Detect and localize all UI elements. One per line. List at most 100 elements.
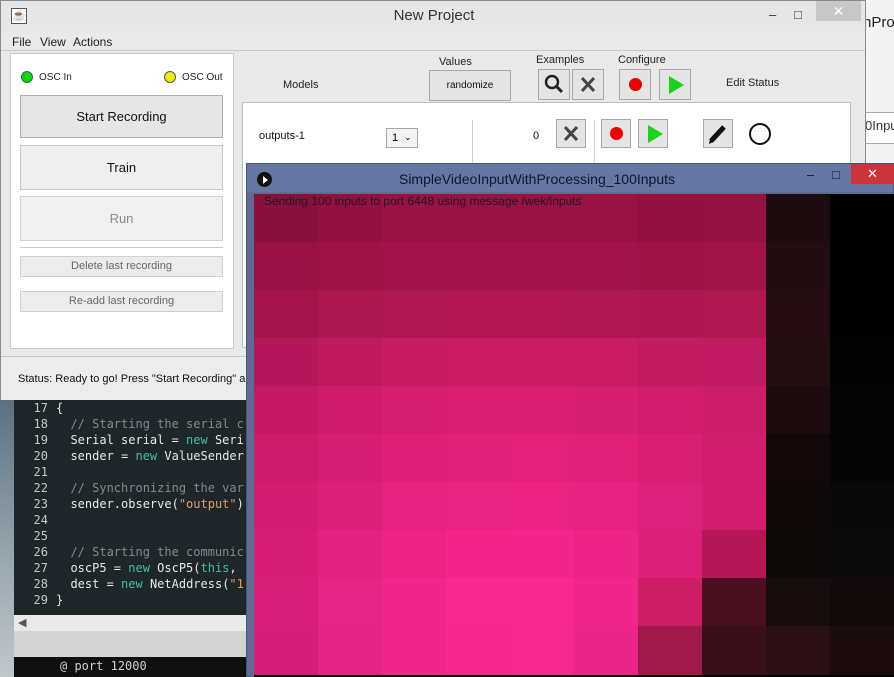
grid-cell: [446, 386, 511, 435]
model-record-button[interactable]: [601, 119, 631, 148]
line-number: 20: [33, 449, 48, 463]
line-number: 23: [33, 497, 48, 511]
grid-cell: [702, 578, 767, 627]
menu-view[interactable]: View: [40, 35, 66, 49]
grid-cell: [382, 290, 447, 339]
menu-file[interactable]: File: [12, 35, 31, 49]
sketch-maximize-button[interactable]: □: [832, 167, 840, 182]
code-token: ,: [229, 561, 237, 575]
code-line[interactable]: 24: [14, 513, 254, 529]
video-grid-canvas: Sending 100 inputs to port 6448 using me…: [254, 194, 894, 677]
code-line[interactable]: 17 {: [14, 401, 254, 417]
grid-cell: [638, 482, 703, 531]
code-line[interactable]: 23 sender.observe("output"): [14, 497, 254, 513]
model-name: outputs-1: [259, 130, 305, 142]
osc-out-label: OSC Out: [182, 72, 223, 83]
grid-cell: [638, 242, 703, 291]
code-token: {: [56, 401, 64, 415]
code-line[interactable]: 29}: [14, 593, 254, 609]
grid-cell: [318, 242, 383, 291]
grid-cell: [254, 242, 319, 291]
grid-cell: [446, 242, 511, 291]
code-line[interactable]: 26 // Starting the communic: [14, 545, 254, 561]
code-token: ValueSender: [157, 449, 244, 463]
close-button[interactable]: ✕: [816, 1, 861, 21]
code-editor[interactable]: 17{18 // Starting the serial c 19 Serial …: [14, 397, 254, 677]
desktop-strip: [0, 397, 14, 677]
grid-cell: [702, 530, 767, 579]
code-line[interactable]: 18 // Starting the serial c: [14, 417, 254, 433]
code-line[interactable]: 22 // Synchronizing the var: [14, 481, 254, 497]
grid-cell: [574, 434, 639, 483]
model-run-button[interactable]: [638, 119, 668, 148]
grid-cell: [830, 434, 894, 483]
run-button[interactable]: Run: [20, 196, 223, 241]
line-number: 24: [33, 513, 48, 527]
grid-cell: [766, 194, 831, 243]
grid-cell: [318, 338, 383, 387]
magnifier-icon: [544, 74, 564, 94]
grid-cell: [382, 482, 447, 531]
examples-delete-all-button[interactable]: [572, 69, 604, 100]
grid-cell: [574, 386, 639, 435]
grid-cell: [766, 434, 831, 483]
minimize-button[interactable]: ‒: [769, 7, 776, 22]
grid-cell: [638, 386, 703, 435]
grid-cell: [382, 626, 447, 675]
code-line[interactable]: 28 dest = new NetAddress("1: [14, 577, 254, 593]
grid-cell: [446, 578, 511, 627]
code-line[interactable]: 25: [14, 529, 254, 545]
code-line[interactable]: 27 oscP5 = new OscP5(this,: [14, 561, 254, 577]
model-delete-examples-button[interactable]: [556, 119, 586, 148]
delete-last-recording-button[interactable]: Delete last recording: [20, 256, 223, 277]
code-token: Serial serial =: [56, 433, 187, 447]
code-line[interactable]: 20 sender = new ValueSender: [14, 449, 254, 465]
grid-cell: [574, 578, 639, 627]
grid-cell: [510, 386, 575, 435]
grid-cell: [574, 482, 639, 531]
grid-cell: [446, 626, 511, 675]
model-edit-button[interactable]: [703, 119, 733, 148]
console-output: @ port 12000: [14, 657, 254, 677]
record-all-button[interactable]: [619, 69, 651, 100]
menu-divider: [1, 50, 865, 51]
grid-cell: [830, 338, 894, 387]
train-button[interactable]: Train: [20, 145, 223, 190]
play-icon: [648, 125, 663, 143]
grid-cell: [574, 290, 639, 339]
run-all-button[interactable]: [659, 69, 691, 100]
grid-cell: [702, 290, 767, 339]
line-number: 21: [33, 465, 48, 479]
grid-cell: [574, 530, 639, 579]
code-line[interactable]: 21: [14, 465, 254, 481]
code-line[interactable]: 19 Serial serial = new Seri: [14, 433, 254, 449]
model-example-count: 0: [533, 130, 540, 142]
background-window-title: nProc: [863, 14, 894, 31]
menu-bar: File View Actions: [1, 33, 865, 51]
grid-cell: [446, 434, 511, 483]
grid-cell: [766, 626, 831, 675]
maximize-button[interactable]: □: [794, 7, 802, 22]
randomize-button[interactable]: randomize: [429, 70, 511, 101]
start-recording-button[interactable]: Start Recording: [20, 95, 223, 138]
column-divider: [594, 120, 595, 166]
model-status-icon: [749, 123, 771, 145]
grid-cell: [318, 626, 383, 675]
grid-cell: [318, 434, 383, 483]
line-number: 29: [33, 593, 48, 607]
sketch-close-button[interactable]: ✕: [851, 164, 894, 184]
code-token: // Starting the communic: [56, 545, 244, 559]
model-value-select[interactable]: 1 ⌄: [386, 128, 418, 148]
grid-cell: [702, 434, 767, 483]
examples-view-button[interactable]: [538, 69, 570, 100]
record-icon: [610, 127, 623, 140]
scroll-left-icon[interactable]: ◀: [18, 616, 26, 629]
menu-actions[interactable]: Actions: [73, 35, 112, 49]
code-token: sender =: [56, 449, 136, 463]
editor-message-area: [14, 631, 254, 657]
grid-cell: [382, 530, 447, 579]
horizontal-scrollbar[interactable]: ◀: [14, 615, 254, 631]
grid-cell: [766, 338, 831, 387]
readd-last-recording-button[interactable]: Re-add last recording: [20, 291, 223, 312]
sketch-minimize-button[interactable]: ‒: [807, 167, 814, 182]
